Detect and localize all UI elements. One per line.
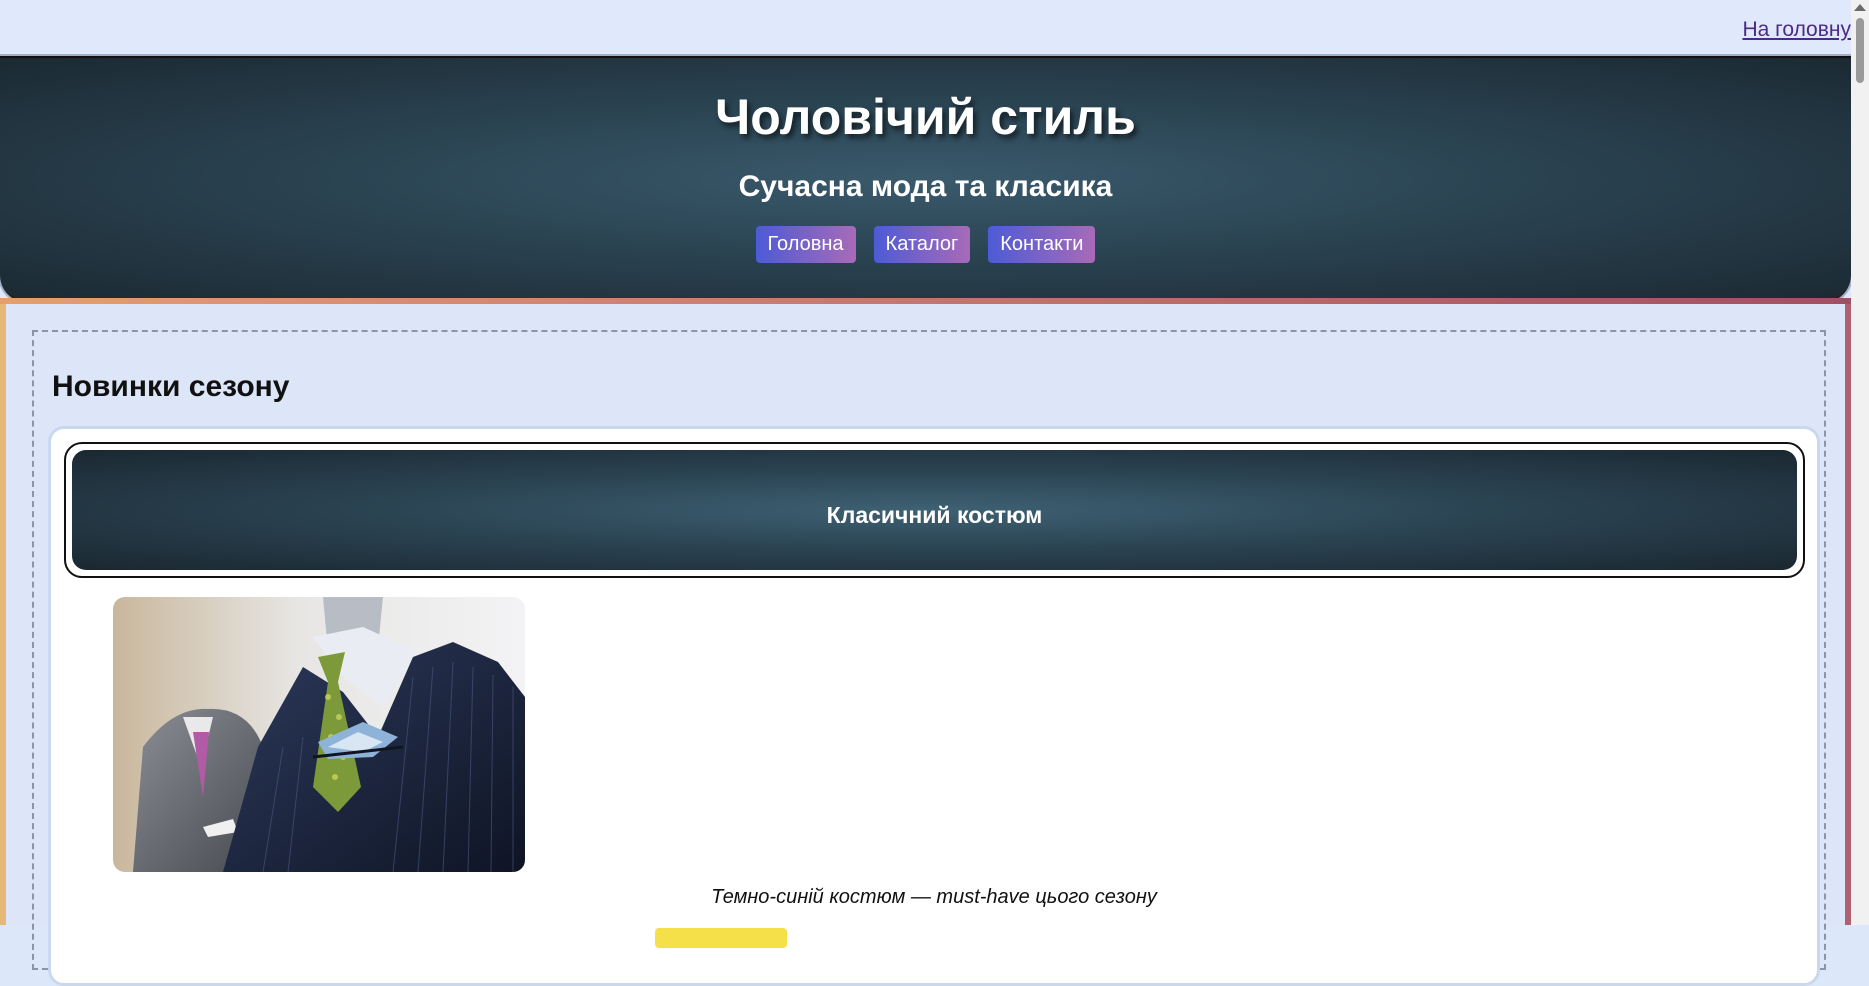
scroll-up-arrow-icon[interactable] [1854,4,1866,11]
product-card-header-inner: Класичний костюм [72,450,1797,570]
product-title: Класичний костюм [826,502,1043,528]
section-title: Новинки сезону [52,370,290,403]
nav-item-home[interactable]: Головна [755,226,856,263]
scrollbar-thumb[interactable] [1856,18,1864,83]
product-caption: Темно-синій костюм — must-have цього сез… [711,886,1157,908]
main-content: Новинки сезону Класичний костюм Темно-си… [0,304,1851,986]
price-highlight [655,928,787,948]
site-title: Чоловічий стиль [715,89,1136,145]
nav-item-catalog[interactable]: Каталог [873,226,971,263]
product-card-header: Класичний костюм [64,442,1805,578]
home-link[interactable]: На головну [1742,18,1851,42]
site-subtitle: Сучасна мода та класика [738,170,1113,203]
nav-item-contacts[interactable]: Контакти [988,226,1096,263]
site-header: Чоловічий стиль Сучасна мода та класика … [0,56,1851,303]
vertical-scrollbar[interactable] [1851,0,1869,925]
product-card: Класичний костюм Темно-синій костюм — mu… [48,426,1820,986]
top-bar: На головну [0,0,1851,56]
main-nav: Головна Каталог Контакти [0,226,1851,263]
product-image [113,597,525,872]
